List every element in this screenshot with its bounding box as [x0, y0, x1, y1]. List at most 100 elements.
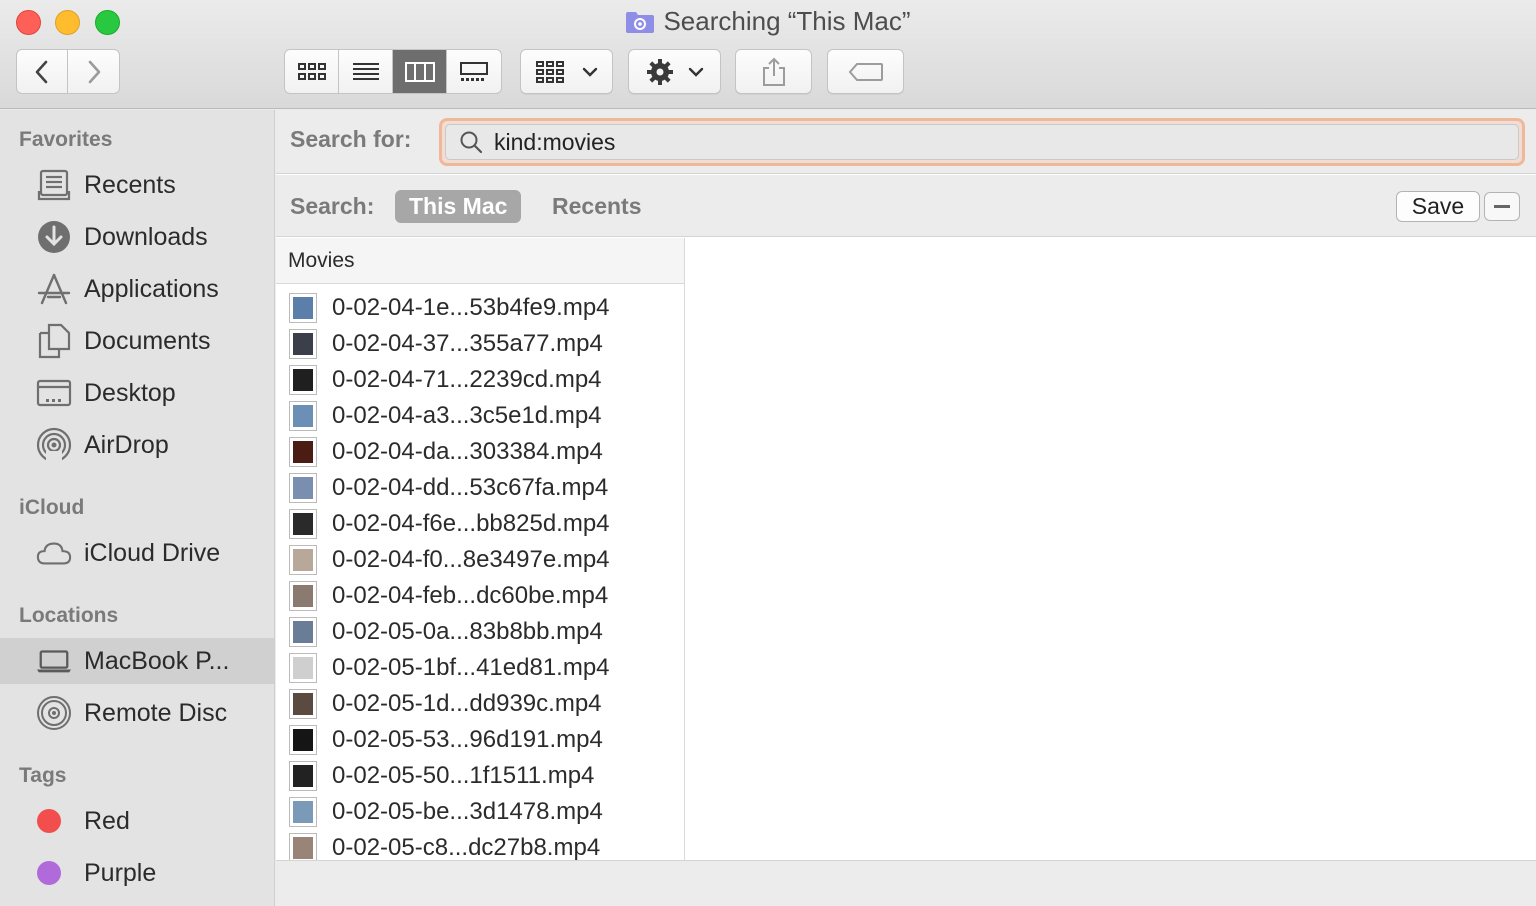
gallery-view-icon [460, 61, 488, 81]
sidebar-item-label: Remote Disc [84, 698, 228, 727]
forward-button[interactable] [68, 50, 119, 93]
file-row[interactable]: 0-02-05-0a...83b8bb.mp4 [276, 614, 684, 650]
sidebar-item-desktop[interactable]: Desktop [0, 370, 274, 416]
file-row[interactable]: 0-02-05-1d...dd939c.mp4 [276, 686, 684, 722]
video-thumbnail-icon [289, 581, 317, 611]
search-field[interactable] [445, 124, 1519, 160]
file-row[interactable]: 0-02-05-53...96d191.mp4 [276, 722, 684, 758]
tag-color-dot [37, 861, 61, 885]
group-by-button[interactable] [520, 49, 613, 94]
sidebar-item-tag-red[interactable]: Red [0, 798, 274, 844]
video-thumbnail-icon [289, 329, 317, 359]
save-search-button[interactable]: Save [1396, 191, 1480, 222]
list-view-button[interactable] [339, 50, 393, 93]
file-row[interactable]: 0-02-04-71...2239cd.mp4 [276, 362, 684, 398]
search-bar-row: Search for: [276, 110, 1536, 174]
thumbnail-image [293, 765, 313, 787]
icon-view-button[interactable] [285, 50, 339, 93]
search-input[interactable] [494, 128, 1444, 156]
file-row[interactable]: 0-02-04-feb...dc60be.mp4 [276, 578, 684, 614]
file-row[interactable]: 0-02-04-1e...53b4fe9.mp4 [276, 290, 684, 326]
thumbnail-image [293, 297, 313, 319]
video-thumbnail-icon [289, 437, 317, 467]
sidebar-item-label: AirDrop [84, 430, 169, 459]
scope-this-mac-button[interactable]: This Mac [395, 190, 522, 223]
downloads-icon [36, 219, 72, 255]
cloud-icon [36, 535, 72, 571]
file-row[interactable]: 0-02-05-1bf...41ed81.mp4 [276, 650, 684, 686]
gallery-view-button[interactable] [447, 50, 501, 93]
sidebar-item-recents[interactable]: Recents [0, 162, 274, 208]
thumbnail-image [293, 441, 313, 463]
video-thumbnail-icon [289, 833, 317, 860]
sidebar-item-icloud-drive[interactable]: iCloud Drive [0, 530, 274, 576]
gear-icon [646, 58, 673, 85]
window-title-area: Searching “This Mac” [0, 6, 1536, 37]
tag-color-dot [37, 809, 61, 833]
file-row[interactable]: 0-02-04-dd...53c67fa.mp4 [276, 470, 684, 506]
sidebar-item-remote-disc[interactable]: Remote Disc [0, 690, 274, 736]
airdrop-icon [36, 427, 72, 463]
column-view-button[interactable] [393, 50, 447, 93]
chevron-down-icon [688, 67, 703, 77]
tag-dot-icon [36, 803, 72, 839]
desktop-icon [36, 375, 72, 411]
sidebar-item-label: Applications [84, 274, 219, 303]
video-thumbnail-icon [289, 617, 317, 647]
file-row[interactable]: 0-02-04-da...303384.mp4 [276, 434, 684, 470]
file-name: 0-02-05-1bf...41ed81.mp4 [332, 654, 610, 681]
thumbnail-image [293, 621, 313, 643]
file-row[interactable]: 0-02-05-be...3d1478.mp4 [276, 794, 684, 830]
back-button[interactable] [17, 50, 68, 93]
sidebar-item-downloads[interactable]: Downloads [0, 214, 274, 260]
sidebar-item-applications[interactable]: Applications [0, 266, 274, 312]
thumbnail-image [293, 549, 313, 571]
disc-icon [36, 695, 72, 731]
file-list: 0-02-04-1e...53b4fe9.mp4 0-02-04-37...355… [276, 284, 684, 860]
file-name: 0-02-04-f6e...bb825d.mp4 [332, 510, 610, 537]
remove-criteria-button[interactable] [1484, 192, 1520, 221]
sidebar-item-documents[interactable]: Documents [0, 318, 274, 364]
scope-recents-button[interactable]: Recents [538, 190, 655, 223]
chevron-down-icon [582, 67, 597, 77]
video-thumbnail-icon [289, 653, 317, 683]
video-thumbnail-icon [289, 725, 317, 755]
group-by-icon [535, 60, 564, 83]
file-row[interactable]: 0-02-04-f6e...bb825d.mp4 [276, 506, 684, 542]
sidebar-heading-icloud: iCloud [19, 496, 85, 519]
share-button[interactable] [735, 49, 812, 94]
action-menu-button[interactable] [628, 49, 721, 94]
column-header[interactable]: Movies [276, 238, 684, 284]
file-name: 0-02-04-a3...3c5e1d.mp4 [332, 402, 602, 429]
thumbnail-image [293, 837, 313, 859]
view-mode-control [284, 49, 502, 94]
applications-icon [36, 271, 72, 307]
smart-folder-icon [625, 10, 655, 34]
video-thumbnail-icon [289, 797, 317, 827]
file-name: 0-02-04-37...355a77.mp4 [332, 330, 603, 357]
laptop-icon [36, 643, 72, 679]
file-name: 0-02-05-50...1f1511.mp4 [332, 762, 595, 789]
sidebar-item-label: Recents [84, 170, 176, 199]
navigation-buttons [16, 49, 120, 94]
sidebar-item-airdrop[interactable]: AirDrop [0, 422, 274, 468]
file-row[interactable]: 0-02-04-f0...8e3497e.mp4 [276, 542, 684, 578]
sidebar-item-label: Documents [84, 326, 211, 355]
file-name: 0-02-04-1e...53b4fe9.mp4 [332, 294, 610, 321]
video-thumbnail-icon [289, 689, 317, 719]
file-name: 0-02-04-dd...53c67fa.mp4 [332, 474, 609, 501]
file-row[interactable]: 0-02-05-50...1f1511.mp4 [276, 758, 684, 794]
sidebar-item-tag-purple[interactable]: Purple [0, 850, 274, 896]
results-column: Movies 0-02-04-1e...53b4fe9.mp4 0-02-04-3… [276, 238, 685, 860]
title-bar: Searching “This Mac” [0, 0, 1536, 109]
chevron-left-icon [35, 60, 48, 83]
chevron-right-icon [88, 60, 100, 83]
file-row[interactable]: 0-02-04-a3...3c5e1d.mp4 [276, 398, 684, 434]
edit-tags-button[interactable] [827, 49, 904, 94]
main-content: Search for: Search: This Mac Recents Sav… [276, 110, 1536, 906]
sidebar-item-macbook[interactable]: MacBook P... [0, 638, 274, 684]
video-thumbnail-icon [289, 365, 317, 395]
thumbnail-image [293, 801, 313, 823]
file-row[interactable]: 0-02-04-37...355a77.mp4 [276, 326, 684, 362]
file-row[interactable]: 0-02-05-c8...dc27b8.mp4 [276, 830, 684, 860]
